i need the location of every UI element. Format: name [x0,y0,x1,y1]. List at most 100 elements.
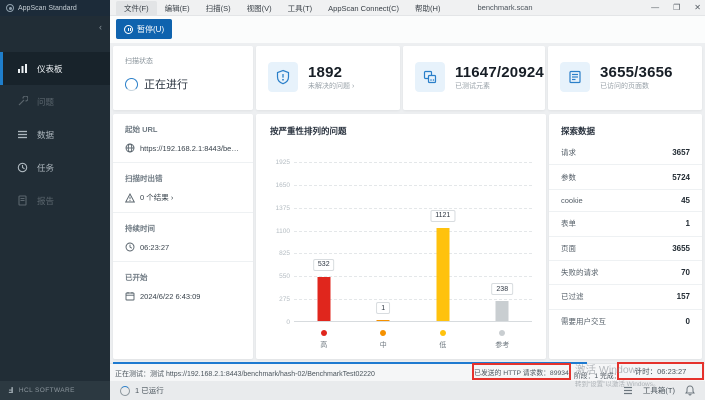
titlebar: AppScan Standard 文件(F)编辑(E)扫描(S)视图(V)工具(… [0,0,705,16]
sidebar-item-label: 任务 [37,162,54,174]
sidebar-item-dashboard[interactable]: 仪表板 [0,52,110,85]
visited-count: 3655/3656 [600,64,673,81]
unresolved-label[interactable]: 未解决的问题 › [308,81,354,91]
stat-row: cookie45 [549,190,702,212]
menu-item[interactable]: 视图(V) [239,1,280,16]
stat-row: 参数 5724 [549,165,702,189]
detail-label: 持续时间 [125,223,241,234]
explore-stats-rows: 请求3657参数5724cookie45表单1页面3655失败的请求70已过滤1… [549,141,702,333]
detail-section: 扫描时出错 0 个结果 › [113,163,253,213]
gridline [294,185,532,186]
sidebar-item-tasks[interactable]: 任务 [0,151,110,184]
running-status[interactable]: 1 已运行 [120,385,164,396]
sidebar-item-label: 问题 [37,96,54,108]
globe-icon [125,143,135,153]
stat-row: 已过滤157 [549,285,702,309]
detail-section: 已开始2024/6/22 6:43:09 [113,262,253,310]
stat-row: 页面 3655 [549,237,702,261]
detail-value-text: 2024/6/22 6:43:09 [140,292,200,301]
window-title: benchmark.scan [430,0,580,16]
stat-value: 45 [681,196,690,205]
close-button[interactable]: ✕ [694,0,701,16]
stat-row: 失败的请求70 [549,261,702,285]
bar-参考[interactable] [496,301,509,321]
detail-label: 扫描时出错 [125,173,241,184]
y-axis-tick: 1375 [276,205,290,212]
running-label: 1 已运行 [135,385,164,396]
stat-label: 页面 [561,243,576,254]
scan-details-panel: 起始 URLhttps://192.168.2.1:8443/benchm...… [113,114,253,359]
stat-row: 需要用户交互0 [549,310,702,333]
sidebar-nav: 仪表板问题数据任务报告 [0,52,110,217]
detail-section: 起始 URLhttps://192.168.2.1:8443/benchm... [113,114,253,163]
pause-icon [124,25,133,34]
scan-status-value: 正在进行 [144,76,188,92]
legend-label: 参考 [495,340,509,350]
y-axis-tick: 275 [279,296,290,303]
scan-status-card: 扫描状态 正在进行 [113,46,253,110]
menu-item[interactable]: 文件(F) [116,1,157,16]
bell-icon[interactable] [685,385,695,396]
timer-annotation: 计时：06:23:27 [617,362,704,380]
hcl-brand: Ⅎ HCL SOFTWARE [0,381,110,400]
stat-value: 157 [677,292,690,301]
sidebar-item-label: 数据 [37,129,54,141]
detail-value: 0 个结果 › [125,192,241,203]
hcl-brand-label: HCL SOFTWARE [19,387,75,394]
current-test-url: 正在测试：测试 https://192.168.2.1:8443/benchma… [115,369,375,379]
bar-value-label: 532 [313,259,335,271]
explore-stats-title: 探索数据 [549,114,702,141]
y-axis-tick: 550 [279,273,290,280]
menu-item[interactable]: 工具(T) [280,1,321,16]
y-axis-tick: 1650 [276,182,290,189]
legend-label: 中 [380,340,387,350]
stat-value: 3657 [672,148,690,157]
bar-高[interactable] [317,277,330,321]
detail-value: https://192.168.2.1:8443/benchm... [125,143,241,153]
scan-status-label: 扫描状态 [125,56,153,66]
legend-dot [321,330,327,336]
stat-value: 3655 [672,244,690,253]
pause-label: 暂停(U) [137,24,164,35]
detail-value-text: https://192.168.2.1:8443/benchm... [140,144,241,153]
bar-低[interactable] [436,228,449,321]
sidebar-item-data[interactable]: 数据 [0,118,110,151]
unresolved-issues-card[interactable]: 1892 未解决的问题 › [256,46,400,110]
bar-value-label: 1121 [430,210,455,222]
gridline [294,231,532,232]
menu-item[interactable]: 扫描(S) [198,1,239,16]
legend-label: 高 [320,340,327,350]
app-brand: AppScan Standard [0,0,110,16]
stat-value: 1 [686,219,690,228]
gridline [294,253,532,254]
in-progress-icon [125,78,138,91]
maximize-button[interactable]: ❐ [673,0,680,16]
menu-item[interactable]: 编辑(E) [157,1,198,16]
stat-value: 70 [681,268,690,277]
gridline [294,162,532,163]
menu-item[interactable]: AppScan Connect(C) [320,2,407,15]
pages-icon [560,62,590,92]
detail-value-text: 0 个结果 › [140,192,173,203]
toolbox-button[interactable]: 工具箱(T) [643,385,675,396]
pause-button[interactable]: 暂停(U) [116,19,172,39]
sidebar-item-issues[interactable]: 问题 [0,85,110,118]
bar-value-label: 1 [376,302,390,314]
bar-中[interactable] [377,320,390,321]
dashboard-icon [17,63,28,74]
elements-icon [415,62,445,92]
toolbar: 暂停(U) [110,16,705,43]
data-icon [17,129,28,140]
sidebar-item-reports[interactable]: 报告 [0,184,110,217]
reports-icon [17,195,28,206]
stat-value: 5724 [672,173,690,182]
minimize-button[interactable]: — [651,0,659,16]
sidebar-collapse-button[interactable]: ‹ [99,22,102,32]
stat-label: 参数 [561,172,576,183]
chart-title: 按严重性排列的问题 [270,125,347,137]
list-icon[interactable] [623,386,633,395]
tested-label: 已测试元素 [455,81,544,91]
legend-dot [440,330,446,336]
shield-alert-icon [268,62,298,92]
chart-plot: 02755508251100137516501925532高1中1121低238… [294,162,532,322]
